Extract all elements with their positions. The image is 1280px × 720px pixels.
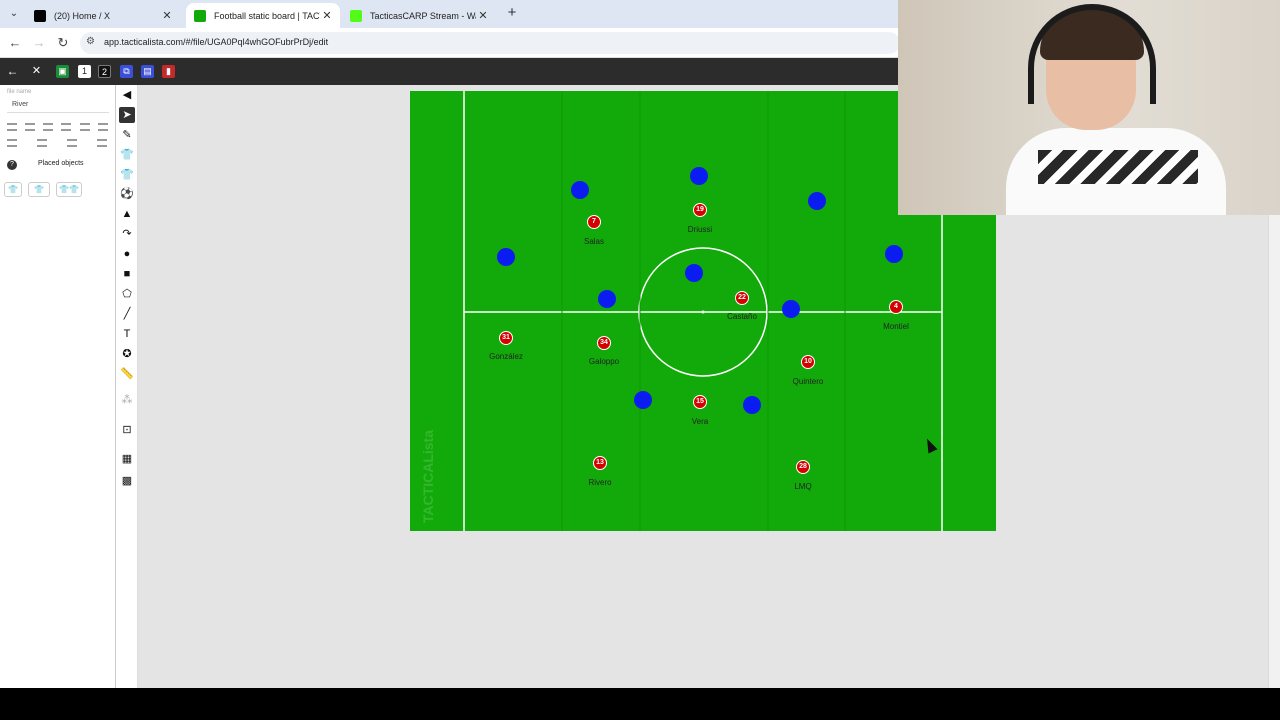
opponent-marker[interactable]: [782, 300, 800, 318]
player-marker[interactable]: 15: [693, 395, 707, 409]
player-marker[interactable]: 13: [593, 456, 607, 470]
tacticalista-watermark: TACTICALista: [420, 430, 436, 524]
player-marker[interactable]: 34: [597, 336, 611, 350]
opponent-marker[interactable]: [743, 396, 761, 414]
player-marker[interactable]: 22: [735, 291, 749, 305]
webcam-overlay: [898, 0, 1280, 215]
opponent-marker[interactable]: [634, 391, 652, 409]
player-name: Driussi: [687, 225, 713, 234]
opponent-marker[interactable]: [497, 248, 515, 266]
player-name: Montiel: [883, 322, 909, 331]
opponent-marker[interactable]: [571, 181, 589, 199]
player-name: Galoppo: [588, 357, 620, 366]
player-marker[interactable]: 19: [693, 203, 707, 217]
opponent-marker[interactable]: [690, 167, 708, 185]
player-marker[interactable]: 4: [889, 300, 903, 314]
player-name: Castaño: [727, 312, 757, 321]
player-marker[interactable]: 10: [801, 355, 815, 369]
vertical-scrollbar[interactable]: [1268, 215, 1280, 688]
player-name: Rivero: [588, 478, 612, 487]
player-marker[interactable]: 31: [499, 331, 513, 345]
player-name: Salas: [583, 237, 604, 246]
taskbar: [0, 688, 1280, 720]
opponent-marker[interactable]: [685, 264, 703, 282]
player-name: González: [489, 352, 523, 361]
player-name: Quintero: [792, 377, 824, 386]
opponent-marker[interactable]: [885, 245, 903, 263]
player-marker[interactable]: 7: [587, 215, 601, 229]
webcam-shirt-stripe: [1038, 150, 1198, 184]
opponent-marker[interactable]: [598, 290, 616, 308]
player-name: Vera: [691, 417, 709, 426]
opponent-marker[interactable]: [808, 192, 826, 210]
player-marker[interactable]: 28: [796, 460, 810, 474]
player-name: LMQ: [794, 482, 812, 491]
